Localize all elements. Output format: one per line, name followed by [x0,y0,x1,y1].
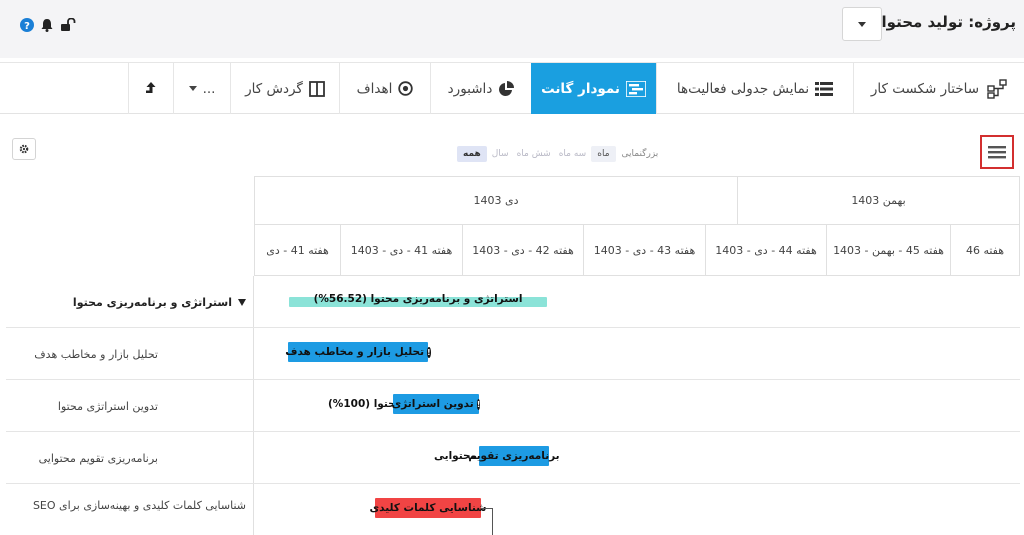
dependency-connector [481,508,493,535]
svg-text:?: ? [24,21,30,32]
task-name: تحلیل بازار و مخاطب هدف [34,347,158,361]
project-title: پروژه: تولید محتوا [882,13,1016,31]
task-label-parent[interactable]: استراتژی و برنامه‌ریزی محتوا [6,276,254,328]
task-bar[interactable]: ! تدوین استراتژی [391,394,481,414]
week-header: هفته 43 - دی - 1403 [583,224,706,276]
target-icon [398,81,414,96]
task-bar-label: تدوین استراتژی [391,398,474,410]
tab-wbs-label: ساختار شکست کار [870,80,980,97]
tab-workflow[interactable]: گردش کار [230,63,339,114]
tab-gantt-label: نمودار گانت [541,80,620,97]
app-root: پروژه: تولید محتوا ? ساختار شکست کار نما… [0,0,1024,535]
week-header: هفته 45 - بهمن - 1403 [826,224,951,276]
tab-export[interactable] [128,63,173,114]
zoom-label: بزرگنمایی [621,149,659,159]
project-label: پروژه: [968,13,1016,31]
week-header: هفته 46 [950,224,1020,276]
task-bar-label: تحلیل بازار و مخاطب هدف [285,346,425,358]
task-bar[interactable]: ! تحلیل بازار و مخاطب هدف [285,342,431,362]
summary-bar-label: استراتژی و برنامه‌ریزی محتوا (56.52%) [313,293,523,305]
month-header: بهمن 1403 [737,176,1020,224]
task-label[interactable]: تدوین استراتژی محتوا [6,380,254,432]
tab-gantt[interactable]: نمودار گانت [531,63,656,114]
tab-table-view-label: نمایش جدولی فعالیت‌ها [676,80,810,97]
zoom-month[interactable]: ماه [591,146,616,162]
gear-icon [19,144,29,154]
week-header: هفته 42 - دی - 1403 [462,224,584,276]
week-header: هفته 41 - دی - 1403 [340,224,463,276]
tab-more[interactable]: ... [173,63,230,114]
zoom-bar: بزرگنمایی ماه سه ماه شش ماه سال همه [457,144,662,164]
tab-dashboard-label: داشبورد [447,80,493,97]
tab-wbs[interactable]: ساختار شکست کار [853,63,1024,114]
gantt-icon [625,80,646,97]
tab-table-view[interactable]: نمایش جدولی فعالیت‌ها [656,63,853,114]
warning-icon: ! [476,398,481,410]
zoom-six-months[interactable]: شش ماه [514,146,554,162]
chevron-down-icon [188,86,197,91]
gantt-row: تحلیل بازار و مخاطب هدف ! تحلیل بازار و … [6,328,1020,380]
gantt-chart: بهمن 1403 دی 1403 هفته 46 هفته 45 - بهمن… [6,176,1020,535]
zoom-all[interactable]: همه [457,146,487,162]
tab-dashboard[interactable]: داشبورد [430,63,531,114]
task-bar[interactable]: شناسایی کلمات کلیدی [370,498,487,518]
bell-icon[interactable] [40,18,54,32]
zoom-three-months[interactable]: سه ماه [556,146,590,162]
warning-icon: ! [427,346,431,358]
pie-chart-icon [499,80,515,96]
unlock-icon[interactable] [60,18,76,32]
zoom-year[interactable]: سال [489,146,512,162]
task-label[interactable]: برنامه‌ریزی تقویم محتوایی [6,432,254,484]
tab-goals-label: اهداف [356,80,393,97]
task-bar[interactable]: برنامه‌ریزی تقویم [468,446,560,466]
export-icon [146,81,156,93]
week-header: هفته 41 - دی [254,224,341,276]
top-bar: پروژه: تولید محتوا ? [0,0,1024,58]
help-icon[interactable]: ? [20,18,34,32]
gantt-row: تدوین استراتژی محتوا محتوا (100%) ! تدوی… [6,380,1020,432]
project-name: تولید محتوا [881,13,963,31]
gantt-row: استراتژی و برنامه‌ریزی محتوا استراتژی و … [6,276,1020,328]
gantt-row: شناسایی کلمات کلیدی و بهینه‌سازی برای SE… [6,484,1020,535]
gantt-row: برنامه‌ریزی تقویم محتوایی محتوایی برنامه… [6,432,1020,484]
week-header: هفته 44 - دی - 1403 [705,224,827,276]
top-icons: ? [20,18,76,32]
caret-down-icon [858,21,866,27]
task-name: تدوین استراتژی محتوا [57,399,158,413]
columns-icon [308,80,325,97]
tab-goals[interactable]: اهداف [339,63,430,114]
hamburger-menu-button[interactable] [980,135,1014,169]
collapse-triangle-icon[interactable] [238,298,246,306]
task-bar-label: برنامه‌ریزی تقویم [468,450,560,462]
tab-workflow-label: گردش کار [245,80,303,97]
task-label[interactable]: شناسایی کلمات کلیدی و بهینه‌سازی برای SE… [6,484,254,535]
hierarchy-icon [987,78,1007,99]
project-dropdown[interactable] [842,7,882,41]
summary-bar[interactable]: استراتژی و برنامه‌ریزی محتوا (56.52%) [289,293,547,307]
settings-button[interactable] [12,138,36,160]
tab-more-label: ... [202,80,216,97]
task-bar-label: شناسایی کلمات کلیدی [369,502,487,514]
tab-bar: ساختار شکست کار نمایش جدولی فعالیت‌ها نم… [0,62,1024,114]
task-label[interactable]: تحلیل بازار و مخاطب هدف [6,328,254,380]
table-list-icon [815,81,834,96]
task-name: شناسایی کلمات کلیدی و بهینه‌سازی برای SE… [32,499,246,512]
task-name: برنامه‌ریزی تقویم محتوایی [38,451,158,465]
menu-icon [988,146,1006,159]
month-header: دی 1403 [254,176,738,224]
task-name: استراتژی و برنامه‌ریزی محتوا [72,295,232,309]
